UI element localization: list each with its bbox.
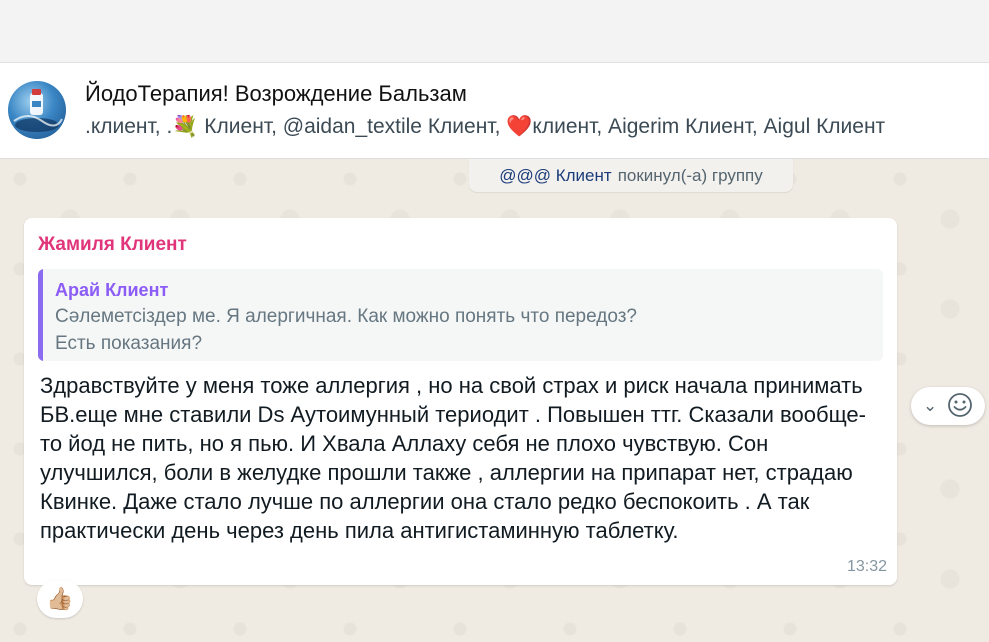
message-bubble[interactable]: Жамиля Клиент Арай Клиент Сәлеметсіздер … [24, 218, 897, 585]
window-titlebar [0, 0, 989, 63]
message-actions[interactable]: ⌄ [911, 387, 985, 425]
group-avatar-image [13, 89, 63, 132]
quote-text: Сәлеметсіздер ме. Я алергичная. Как можн… [55, 306, 637, 354]
message-time: 13:32 [846, 558, 887, 575]
group-title: ЙодоТерапия! Возрождение Бальзам [85, 81, 467, 106]
quote-author: Арай Клиент [55, 280, 169, 300]
group-members: .клиент, .💐 Клиент, @aidan_textile Клиен… [85, 115, 886, 138]
chevron-down-icon[interactable]: ⌄ [923, 396, 937, 416]
message-text: Здравствуйте у меня тоже аллергия , но н… [40, 373, 866, 543]
reaction-thumbs-up[interactable]: 👍🏼 [37, 580, 83, 618]
message-sender[interactable]: Жамиля Клиент [38, 234, 187, 256]
system-message: @@@ Клиент покинул(-а) группу [469, 159, 793, 192]
group-avatar[interactable] [8, 81, 66, 139]
smiley-icon[interactable] [947, 392, 973, 418]
system-message-user[interactable]: @@@ Клиент [499, 166, 611, 186]
chat-header[interactable]: ЙодоТерапия! Возрождение Бальзам .клиент… [0, 63, 989, 159]
system-message-action: покинул(-а) группу [617, 165, 763, 185]
quote-bar [38, 269, 43, 361]
quoted-message[interactable]: Арай Клиент Сәлеметсіздер ме. Я алергичн… [38, 269, 883, 361]
